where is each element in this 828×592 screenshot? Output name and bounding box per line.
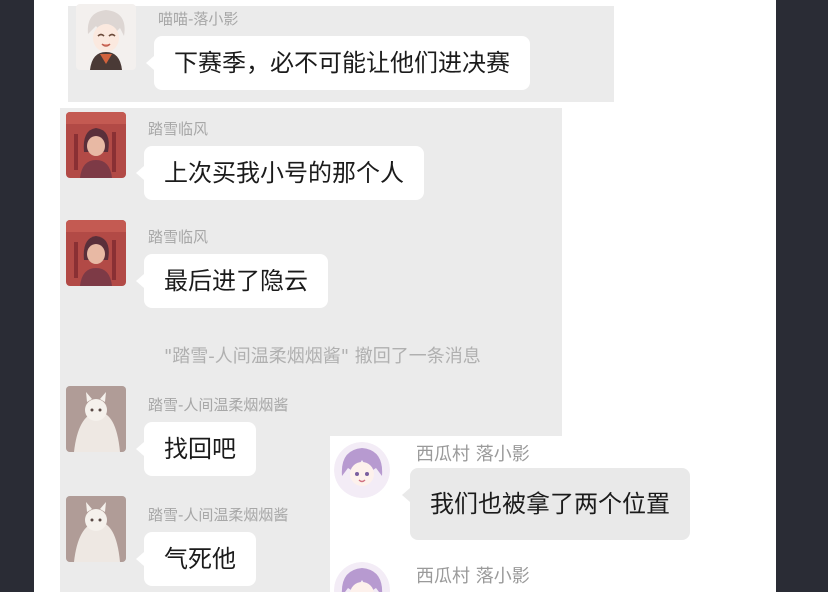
message-bubble[interactable]: 我们也被拿了两个位置 [402,468,690,540]
red-pixel-character-icon[interactable] [66,220,126,286]
sender-name: 踏雪-人间温柔烟烟酱 [148,506,289,524]
sender-name: 踏雪-人间温柔烟烟酱 [148,396,289,414]
sender-name: 喵喵-落小影 [158,10,239,28]
message-bubble[interactable]: 下赛季，必不可能让他们进决赛 [146,36,530,90]
white-cat-icon[interactable] [66,496,126,562]
message-bubble[interactable]: 上次买我小号的那个人 [136,146,424,200]
recall-notice: "踏雪-人间温柔烟烟酱" 撤回了一条消息 [164,346,481,367]
sender-name: 西瓜村 落小影 [416,444,530,465]
message-bubble[interactable]: 最后进了隐云 [136,254,328,308]
message-bubble[interactable]: 气死他 [136,532,256,586]
sender-name: 踏雪临风 [148,120,209,138]
red-pixel-character-icon[interactable] [66,112,126,178]
message-bubble[interactable]: 找回吧 [136,422,256,476]
chat-screenshot: 喵喵-落小影 下赛季，必不可能让他们进决赛 踏雪临风 上次买我小号的那个人 踏雪… [34,0,776,592]
white-cat-icon[interactable] [66,386,126,452]
purple-hair-girl-icon[interactable] [334,442,390,498]
sender-name: 踏雪临风 [148,228,209,246]
white-hair-character-icon[interactable] [76,4,136,70]
sender-name: 西瓜村 落小影 [416,566,530,587]
